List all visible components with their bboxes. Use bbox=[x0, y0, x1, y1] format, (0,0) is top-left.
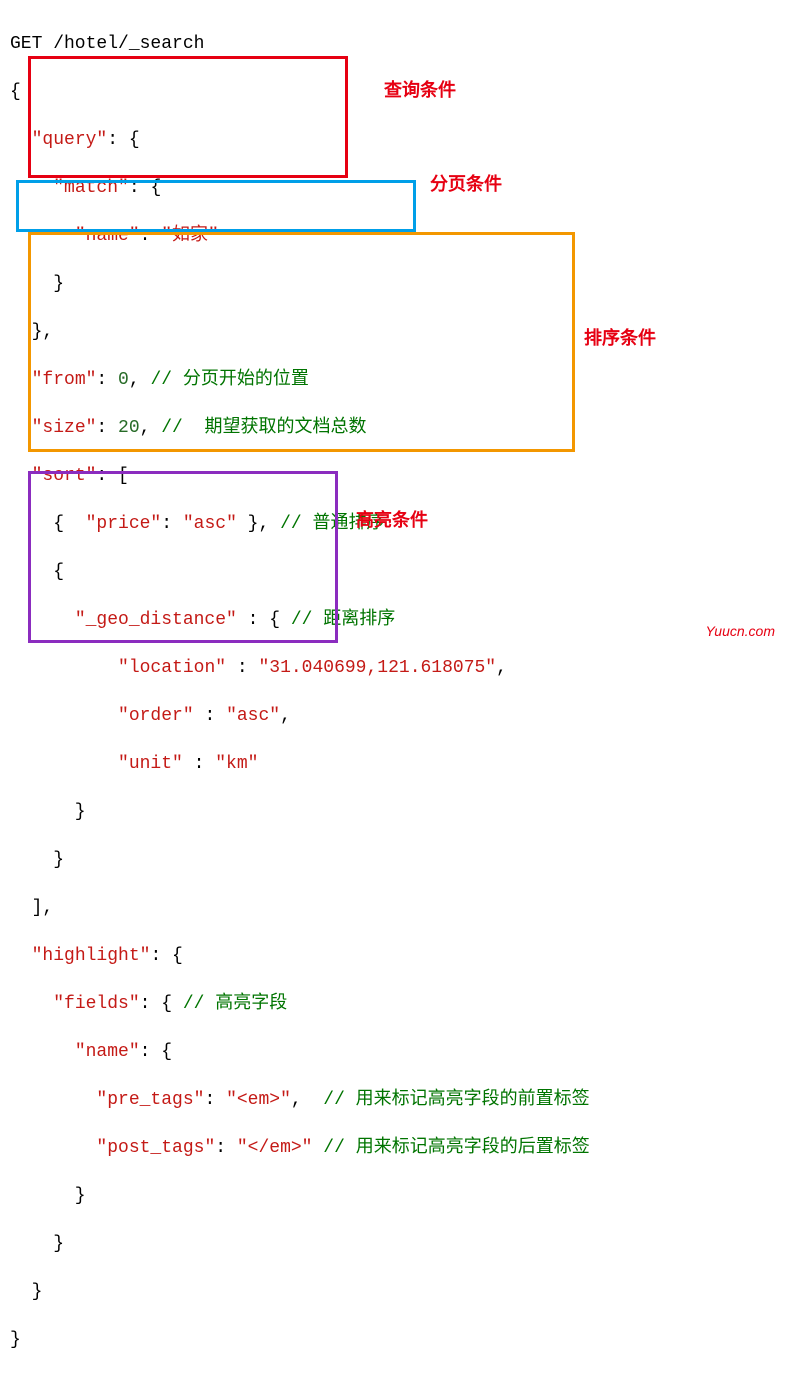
code-block: GET /hotel/_search { "query": { "match":… bbox=[10, 8, 785, 1376]
watermark: Yuucn.com bbox=[705, 619, 775, 643]
request-line: GET /hotel/_search bbox=[10, 32, 785, 56]
